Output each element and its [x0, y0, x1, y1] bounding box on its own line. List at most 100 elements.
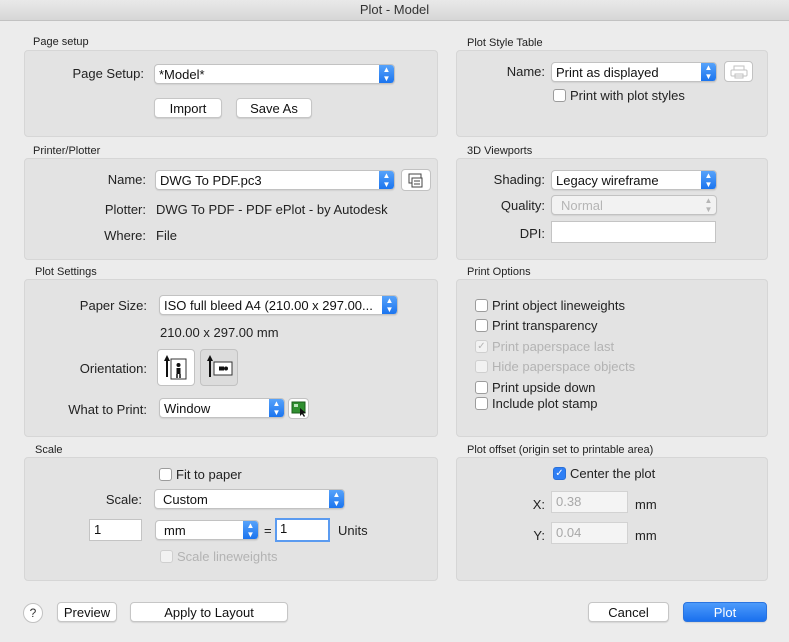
dpi-label: DPI: [519, 226, 545, 241]
what-to-print-select[interactable]: Window ▲ ▼ [159, 398, 285, 418]
paper-dimensions: 210.00 x 297.00 mm [160, 325, 279, 340]
printer-select[interactable]: DWG To PDF.pc3 ▲ ▼ [155, 170, 395, 190]
include-plot-stamp-checkbox[interactable] [475, 397, 488, 410]
updown-arrows-icon: ▲ ▼ [382, 296, 397, 314]
scale-label: Scale: [105, 492, 142, 507]
shading-value: Legacy wireframe [556, 173, 659, 188]
scale-unit-select[interactable]: mm ▲ ▼ [155, 520, 259, 540]
print-upside-down-checkbox[interactable] [475, 381, 488, 394]
printer-name-label: Name: [107, 172, 146, 187]
print-transparency-checkbox[interactable] [475, 319, 488, 332]
quality-label: Quality: [500, 198, 545, 213]
scale-section-title: Scale [35, 444, 63, 456]
updown-arrows-icon: ▲ ▼ [701, 63, 716, 81]
fit-to-paper-label: Fit to paper [176, 467, 242, 482]
offset-x-unit: mm [635, 497, 657, 512]
printer-icon [730, 65, 747, 79]
scale-left-input[interactable]: 1 [89, 519, 142, 541]
hide-paperspace-label: Hide paperspace objects [492, 359, 636, 374]
print-with-styles-label: Print with plot styles [570, 88, 685, 103]
shading-select[interactable]: Legacy wireframe ▲ ▼ [551, 170, 717, 190]
where-label: Where: [104, 228, 146, 243]
offset-y-label: Y: [533, 528, 545, 543]
scale-lineweights-checkbox[interactable] [160, 550, 173, 563]
hide-paperspace-checkbox[interactable] [475, 360, 488, 373]
printer-properties-icon [408, 173, 423, 188]
print-options-section-title: Print Options [467, 266, 531, 278]
page-setup-select[interactable]: *Model* ▲ ▼ [154, 64, 395, 84]
orientation-landscape-button[interactable] [200, 349, 238, 386]
updown-arrows-icon: ▲ ▼ [379, 171, 394, 189]
scale-equals: = [264, 523, 272, 538]
plot-offset-section-title: Plot offset (origin set to printable are… [467, 444, 654, 456]
updown-arrows-icon: ▲ ▼ [269, 399, 284, 417]
paper-size-label: Paper Size: [79, 298, 147, 313]
print-paperspace-last-checkbox[interactable]: ✓ [475, 340, 488, 353]
fit-to-paper-checkbox[interactable] [159, 468, 172, 481]
quality-value: Normal [561, 198, 603, 213]
page-setup-label: Page Setup: [72, 66, 144, 81]
plotter-value: DWG To PDF - PDF ePlot - by Autodesk [156, 202, 388, 217]
updown-arrows-icon: ▲ ▼ [243, 521, 258, 539]
updown-arrows-icon: ▲ ▼ [329, 490, 344, 508]
window-select-icon [291, 401, 306, 417]
scale-unit-value: mm [164, 523, 186, 538]
print-upside-down-label: Print upside down [492, 380, 596, 395]
printer-properties-button[interactable] [401, 169, 431, 191]
plot-style-name-label: Name: [506, 64, 545, 79]
center-plot-label: Center the plot [570, 466, 656, 481]
viewports-section-title: 3D Viewports [467, 145, 533, 157]
center-plot-checkbox[interactable]: ✓ [553, 467, 566, 480]
print-transparency-label: Print transparency [492, 318, 598, 333]
dpi-input[interactable] [551, 221, 716, 243]
paper-size-select[interactable]: ISO full bleed A4 (210.00 x 297.00... ▲ ▼ [159, 295, 398, 315]
what-to-print-label: What to Print: [68, 402, 147, 417]
plot-style-select[interactable]: Print as displayed ▲ ▼ [551, 62, 717, 82]
help-button[interactable]: ? [23, 603, 43, 623]
updown-arrows-icon: ▲ ▼ [379, 65, 394, 83]
plot-style-edit-button[interactable] [724, 61, 753, 82]
printer-value: DWG To PDF.pc3 [160, 173, 262, 188]
cancel-button[interactable]: Cancel [588, 602, 669, 622]
plot-style-section-title: Plot Style Table [467, 37, 543, 49]
paper-size-value: ISO full bleed A4 (210.00 x 297.00... [164, 298, 373, 313]
import-button[interactable]: Import [154, 98, 222, 118]
updown-arrows-icon: ▲ ▼ [701, 171, 716, 189]
print-with-styles-checkbox[interactable] [553, 89, 566, 102]
landscape-orientation-icon [207, 355, 233, 377]
offset-y-input[interactable]: 0.04 [551, 522, 628, 544]
page-setup-section-title: Page setup [33, 36, 89, 48]
orientation-label: Orientation: [79, 361, 147, 376]
where-value: File [156, 228, 177, 243]
offset-x-label: X: [532, 497, 545, 512]
shading-label: Shading: [493, 172, 545, 187]
scale-units-label: Units [338, 523, 368, 538]
include-plot-stamp-label: Include plot stamp [492, 396, 598, 411]
save-as-button[interactable]: Save As [236, 98, 312, 118]
plot-style-value: Print as displayed [556, 65, 659, 80]
apply-to-layout-button[interactable]: Apply to Layout [130, 602, 288, 622]
plot-button[interactable]: Plot [683, 602, 767, 622]
window-title-bar: Plot - Model [0, 0, 789, 21]
page-setup-value: *Model* [159, 67, 205, 82]
print-lineweights-label: Print object lineweights [492, 298, 625, 313]
select-window-button[interactable] [288, 398, 309, 419]
window-title: Plot - Model [359, 2, 430, 17]
updown-arrows-icon: ▲ ▼ [704, 196, 713, 214]
print-lineweights-checkbox[interactable] [475, 299, 488, 312]
plotter-label: Plotter: [104, 202, 146, 217]
what-to-print-value: Window [164, 401, 211, 416]
print-paperspace-last-label: Print paperspace last [492, 339, 615, 354]
offset-y-unit: mm [635, 528, 657, 543]
scale-right-input[interactable]: 1 [275, 518, 330, 542]
portrait-orientation-icon [164, 355, 187, 380]
scale-select[interactable]: Custom ▲ ▼ [154, 489, 345, 509]
plot-settings-section-title: Plot Settings [35, 266, 97, 278]
scale-value: Custom [163, 492, 208, 507]
quality-select[interactable]: Normal ▲ ▼ [551, 195, 717, 215]
scale-lineweights-label: Scale lineweights [177, 549, 278, 564]
orientation-portrait-button[interactable] [157, 349, 195, 386]
printer-section-title: Printer/Plotter [33, 145, 101, 157]
offset-x-input[interactable]: 0.38 [551, 491, 628, 513]
preview-button[interactable]: Preview [57, 602, 117, 622]
